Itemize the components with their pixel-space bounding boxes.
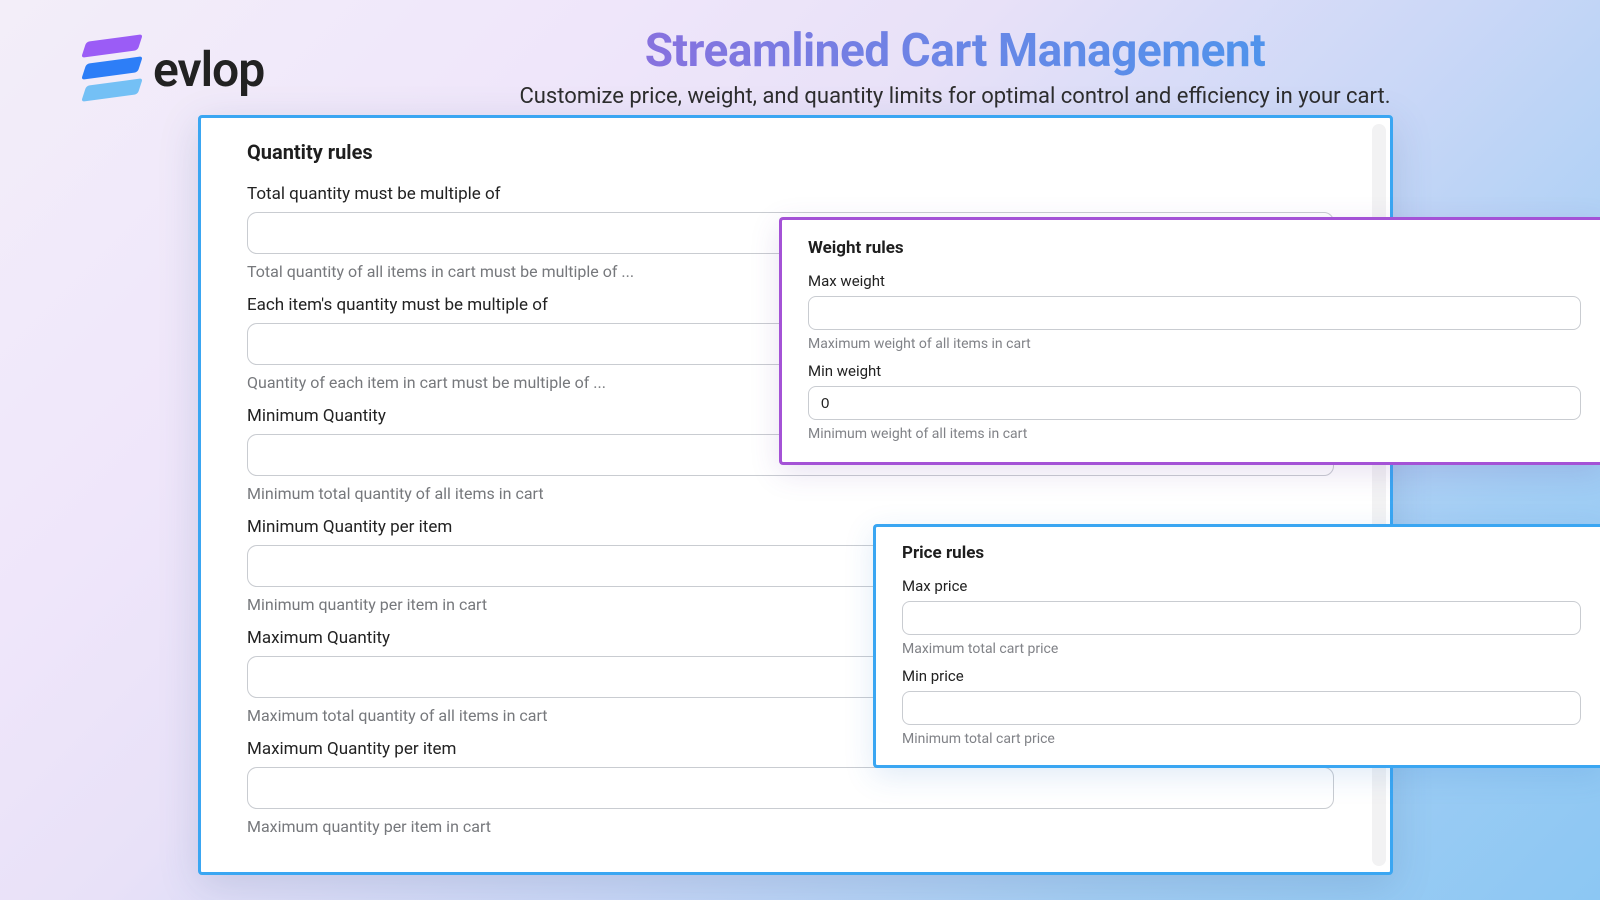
- brand-logo: evlop: [85, 38, 264, 100]
- hero: Streamlined Cart Management Customize pr…: [390, 24, 1520, 109]
- helper-min-price: Minimum total cart price: [902, 731, 1581, 747]
- hero-title: Streamlined Cart Management: [390, 24, 1520, 78]
- weight-rules-panel: Weight rules Max weight Maximum weight o…: [779, 217, 1600, 465]
- input-min-weight[interactable]: [808, 386, 1581, 420]
- helper-max-price: Maximum total cart price: [902, 641, 1581, 657]
- price-rules-panel: Price rules Max price Maximum total cart…: [873, 524, 1600, 768]
- input-max-price[interactable]: [902, 601, 1581, 635]
- input-max-weight[interactable]: [808, 296, 1581, 330]
- field-max-price: Max price Maximum total cart price: [902, 577, 1581, 657]
- page-root: evlop Streamlined Cart Management Custom…: [0, 0, 1600, 900]
- helper-max-qty-per-item: Maximum quantity per item in cart: [247, 817, 1334, 836]
- label-max-weight: Max weight: [808, 272, 1581, 290]
- helper-min-weight: Minimum weight of all items in cart: [808, 426, 1581, 442]
- field-min-weight: Min weight Minimum weight of all items i…: [808, 362, 1581, 442]
- brand-name: evlop: [153, 41, 264, 98]
- input-max-qty-per-item[interactable]: [247, 767, 1334, 809]
- hero-subtitle: Customize price, weight, and quantity li…: [390, 84, 1520, 109]
- label-min-price: Min price: [902, 667, 1581, 685]
- label-max-price: Max price: [902, 577, 1581, 595]
- field-max-weight: Max weight Maximum weight of all items i…: [808, 272, 1581, 352]
- helper-min-qty: Minimum total quantity of all items in c…: [247, 484, 1334, 503]
- quantity-section-title: Quantity rules: [247, 140, 1334, 164]
- weight-section-title: Weight rules: [808, 238, 1581, 258]
- price-section-title: Price rules: [902, 543, 1581, 563]
- input-min-price[interactable]: [902, 691, 1581, 725]
- label-total-multiple: Total quantity must be multiple of: [247, 184, 1334, 204]
- brand-logo-icon: [85, 38, 139, 100]
- helper-max-weight: Maximum weight of all items in cart: [808, 336, 1581, 352]
- label-min-weight: Min weight: [808, 362, 1581, 380]
- field-min-price: Min price Minimum total cart price: [902, 667, 1581, 747]
